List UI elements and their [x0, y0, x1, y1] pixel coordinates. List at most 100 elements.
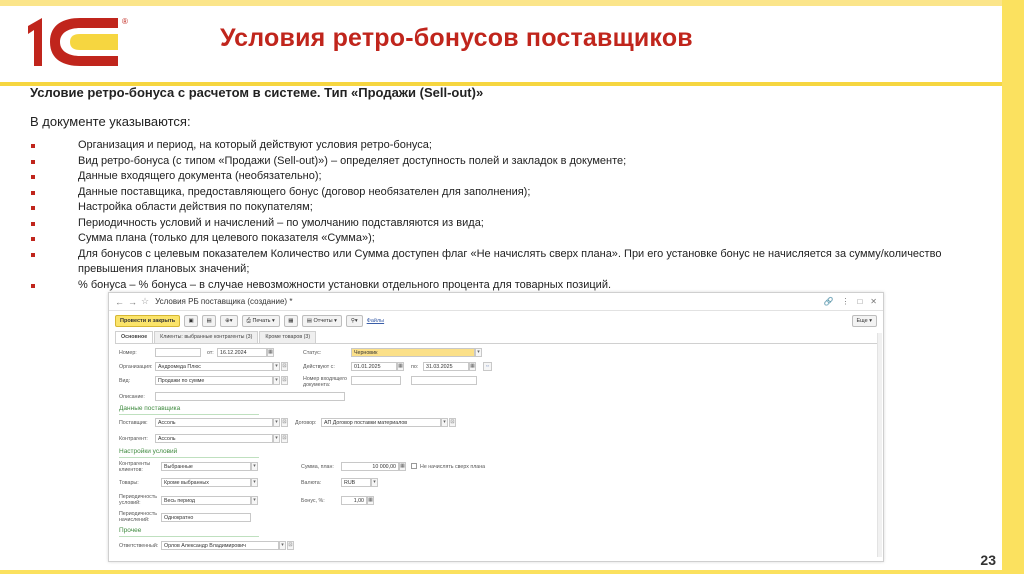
- tab-main[interactable]: Основное: [115, 331, 154, 343]
- open-icon[interactable]: ⊡: [281, 434, 288, 443]
- incoming-date-field[interactable]: [411, 376, 477, 385]
- bullet-icon: [31, 283, 35, 288]
- goods-label: Товары:: [119, 480, 139, 486]
- create-based-icon: ⊕▾: [225, 318, 233, 324]
- post-icon[interactable]: ▤: [202, 315, 217, 327]
- incoming-number-field[interactable]: [351, 376, 401, 385]
- forward-arrow-icon[interactable]: →: [128, 297, 137, 307]
- clients-field[interactable]: Выбранные: [161, 462, 251, 471]
- bullet-text: Вид ретро-бонуса (с типом «Продажи (Sell…: [78, 154, 627, 167]
- more-button[interactable]: Еще ▾: [851, 315, 877, 327]
- list-item: Вид ретро-бонуса (с типом «Продажи (Sell…: [30, 154, 990, 170]
- back-arrow-icon[interactable]: ←: [115, 297, 124, 307]
- description-field[interactable]: [155, 392, 345, 401]
- chevron-down-icon[interactable]: ▾: [441, 418, 448, 427]
- open-icon[interactable]: ⊡: [287, 541, 294, 550]
- no-accrual-over-plan-checkbox[interactable]: [411, 463, 417, 469]
- document-icon[interactable]: ▦: [283, 315, 298, 327]
- list-item: Данные поставщика, предоставляющего бону…: [30, 185, 990, 201]
- contract-field[interactable]: АП Договор поставки материалов: [321, 418, 441, 427]
- valid-from-field[interactable]: 01.01.2025: [351, 362, 397, 371]
- chevron-down-icon[interactable]: ▾: [273, 376, 280, 385]
- 1c-logo: ®: [28, 17, 128, 66]
- print-label: Печать: [252, 318, 271, 324]
- reports-label: Отчеты: [313, 318, 333, 324]
- plan-amount-field[interactable]: 10 000,00: [341, 462, 399, 471]
- form-window: ← → ☆ Условия РБ поставщика (создание) *…: [108, 292, 884, 562]
- status-field[interactable]: Черновик: [351, 348, 475, 357]
- calendar-icon[interactable]: ▦: [267, 348, 274, 357]
- calendar-icon[interactable]: ▦: [397, 362, 404, 371]
- calendar-icon[interactable]: ▦: [469, 362, 476, 371]
- files-link[interactable]: Файлы: [367, 318, 384, 324]
- currency-field[interactable]: RUB: [341, 478, 371, 487]
- slide-header: ® Условия ретро-бонусов поставщиков: [0, 0, 1024, 86]
- description-label: Описание:: [119, 394, 145, 400]
- responsible-field[interactable]: Орлов Александр Владимирович: [161, 541, 279, 550]
- create-based-button[interactable]: ⊕▾: [220, 315, 238, 327]
- kind-field[interactable]: Продажи по сумме: [155, 376, 273, 385]
- open-icon[interactable]: ⊡: [281, 376, 288, 385]
- post-close-button[interactable]: Провести и закрыть: [115, 315, 181, 327]
- chevron-down-icon[interactable]: ▾: [273, 434, 280, 443]
- tab-except-goods[interactable]: Кроме товаров (3): [259, 331, 317, 343]
- accrual-period-field[interactable]: Однократно: [161, 513, 251, 522]
- tab-clients[interactable]: Клиенты: выбранные контрагенты (3): [154, 331, 259, 343]
- valid-to-label: по:: [411, 364, 419, 370]
- conditions-period-label: Периодичность условий:: [119, 494, 158, 506]
- page-number: 23: [980, 552, 996, 568]
- bullet-icon: [31, 206, 35, 210]
- chevron-down-icon[interactable]: ▾: [251, 462, 258, 471]
- bullet-icon: [31, 175, 35, 179]
- registered-mark: ®: [122, 17, 128, 26]
- contract-label: Договор:: [295, 420, 317, 426]
- maximize-icon[interactable]: □: [857, 297, 862, 306]
- save-icon[interactable]: ▣: [184, 315, 199, 327]
- chevron-down-icon[interactable]: ▾: [251, 496, 258, 505]
- chevron-down-icon[interactable]: ▾: [371, 478, 378, 487]
- counterparty-field[interactable]: Ассоль: [155, 434, 273, 443]
- status-label: Статус:: [303, 350, 322, 356]
- more-vertical-icon[interactable]: ⋮: [841, 297, 849, 306]
- list-item: Сумма плана (только для целевого показат…: [30, 231, 990, 247]
- goods-field[interactable]: Кроме выбранных: [161, 478, 251, 487]
- open-icon[interactable]: ⊡: [449, 418, 456, 427]
- calculator-icon[interactable]: ▦: [399, 462, 406, 471]
- supplier-section-title: Данные поставщика: [119, 405, 181, 412]
- bullet-text: Сумма плана (только для целевого показат…: [78, 232, 375, 244]
- close-icon[interactable]: ✕: [870, 297, 877, 306]
- organization-field[interactable]: Андромеда Плюс: [155, 362, 273, 371]
- chevron-down-icon[interactable]: ▾: [251, 478, 258, 487]
- other-section-title: Прочее: [119, 527, 142, 534]
- calculator-icon[interactable]: ▦: [367, 496, 374, 505]
- vertical-scrollbar[interactable]: [877, 333, 882, 557]
- number-field[interactable]: [155, 348, 201, 357]
- organization-label: Организация:: [119, 364, 153, 370]
- section-divider: [119, 457, 259, 458]
- bullet-icon: [31, 252, 35, 257]
- chevron-down-icon[interactable]: ▾: [279, 541, 286, 550]
- print-button[interactable]: ⎙ Печать ▾: [241, 315, 280, 327]
- bullet-text: Настройка области действия по покупателя…: [78, 201, 313, 213]
- chevron-down-icon[interactable]: ▾: [475, 348, 482, 357]
- valid-to-field[interactable]: 31.03.2025: [423, 362, 469, 371]
- reports-button[interactable]: ▤ Отчеты ▾: [301, 315, 342, 327]
- attach-button[interactable]: ⚲▾: [345, 315, 363, 327]
- period-select-icon[interactable]: ⇔: [483, 362, 492, 371]
- slide-subtitle: Условие ретро-бонуса с расчетом в систем…: [30, 85, 484, 100]
- bullet-icon: [31, 237, 35, 241]
- star-icon[interactable]: ☆: [141, 296, 149, 307]
- bullet-list: Организация и период, на который действу…: [30, 138, 990, 293]
- chevron-down-icon[interactable]: ▾: [273, 418, 280, 427]
- tab-panel-main: Номер: от: 16.12.2024 ▦ Статус: Черновик…: [115, 343, 877, 557]
- open-icon[interactable]: ⊡: [281, 362, 288, 371]
- bonus-percent-field[interactable]: 1,00: [341, 496, 367, 505]
- window-title: Условия РБ поставщика (создание) *: [155, 297, 293, 306]
- open-icon[interactable]: ⊡: [281, 418, 288, 427]
- accrual-period-label: Периодичность начислений:: [119, 511, 158, 523]
- date-field[interactable]: 16.12.2024: [217, 348, 267, 357]
- supplier-field[interactable]: Ассоль: [155, 418, 273, 427]
- link-icon[interactable]: 🔗: [823, 297, 833, 306]
- chevron-down-icon[interactable]: ▾: [273, 362, 280, 371]
- conditions-period-field[interactable]: Весь период: [161, 496, 251, 505]
